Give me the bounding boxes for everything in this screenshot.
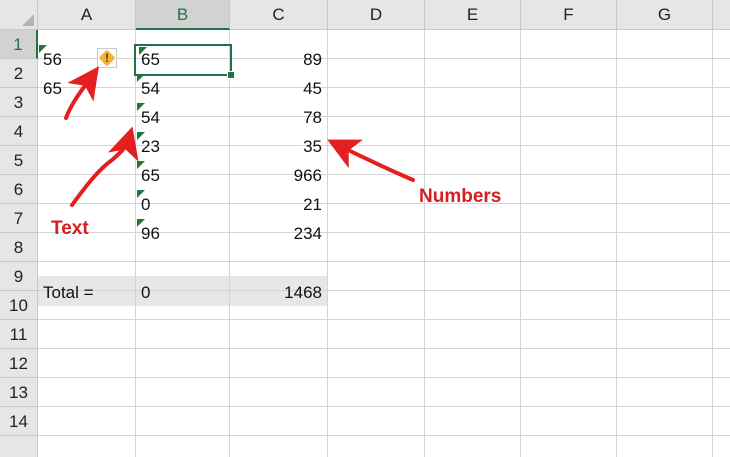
arrow-to-cell-a1 — [64, 66, 99, 120]
arrow-to-cell-b4 — [70, 126, 139, 207]
arrow-to-cell-c4 — [327, 139, 415, 182]
annotation-arrows — [64, 66, 415, 207]
annotation-numbers-label: Numbers — [419, 186, 502, 207]
annotation-text-label: Text — [51, 218, 89, 239]
spreadsheet: A B C D E F G 1 2 3 4 5 6 7 8 9 10 11 12… — [0, 0, 730, 457]
